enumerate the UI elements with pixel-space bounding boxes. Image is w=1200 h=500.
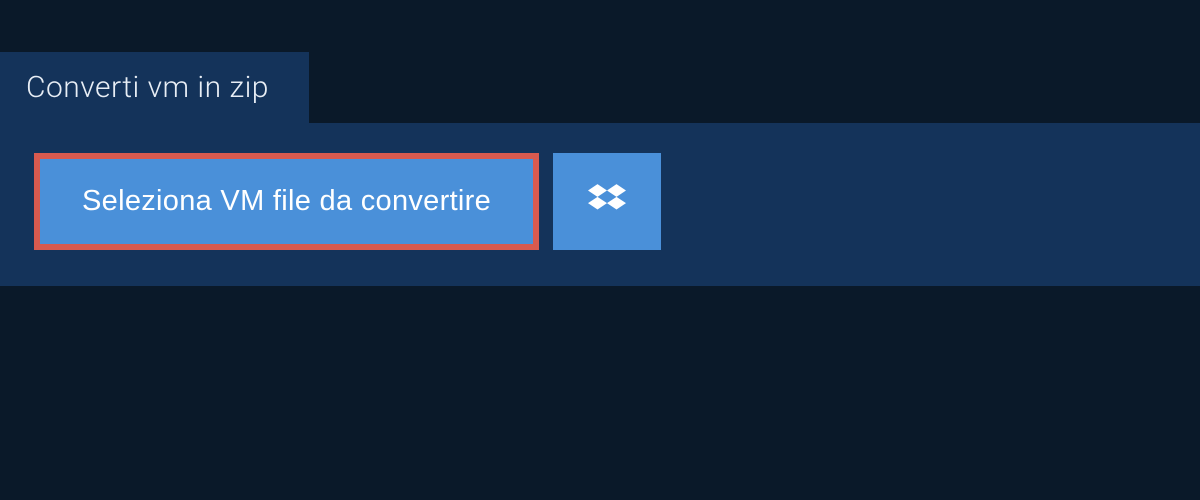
tab-convert-vm-zip[interactable]: Converti vm in zip bbox=[0, 52, 309, 123]
select-file-highlight: Seleziona VM file da convertire bbox=[34, 153, 539, 250]
dropbox-icon bbox=[588, 181, 626, 222]
select-file-label: Seleziona VM file da convertire bbox=[82, 185, 491, 217]
action-row: Seleziona VM file da convertire bbox=[34, 153, 661, 250]
dropbox-button[interactable] bbox=[553, 153, 661, 250]
panel-body: Seleziona VM file da convertire bbox=[0, 123, 1200, 286]
tab-label: Converti vm in zip bbox=[26, 70, 269, 105]
select-file-button[interactable]: Seleziona VM file da convertire bbox=[40, 159, 533, 244]
tab-bar: Converti vm in zip bbox=[0, 0, 1200, 123]
